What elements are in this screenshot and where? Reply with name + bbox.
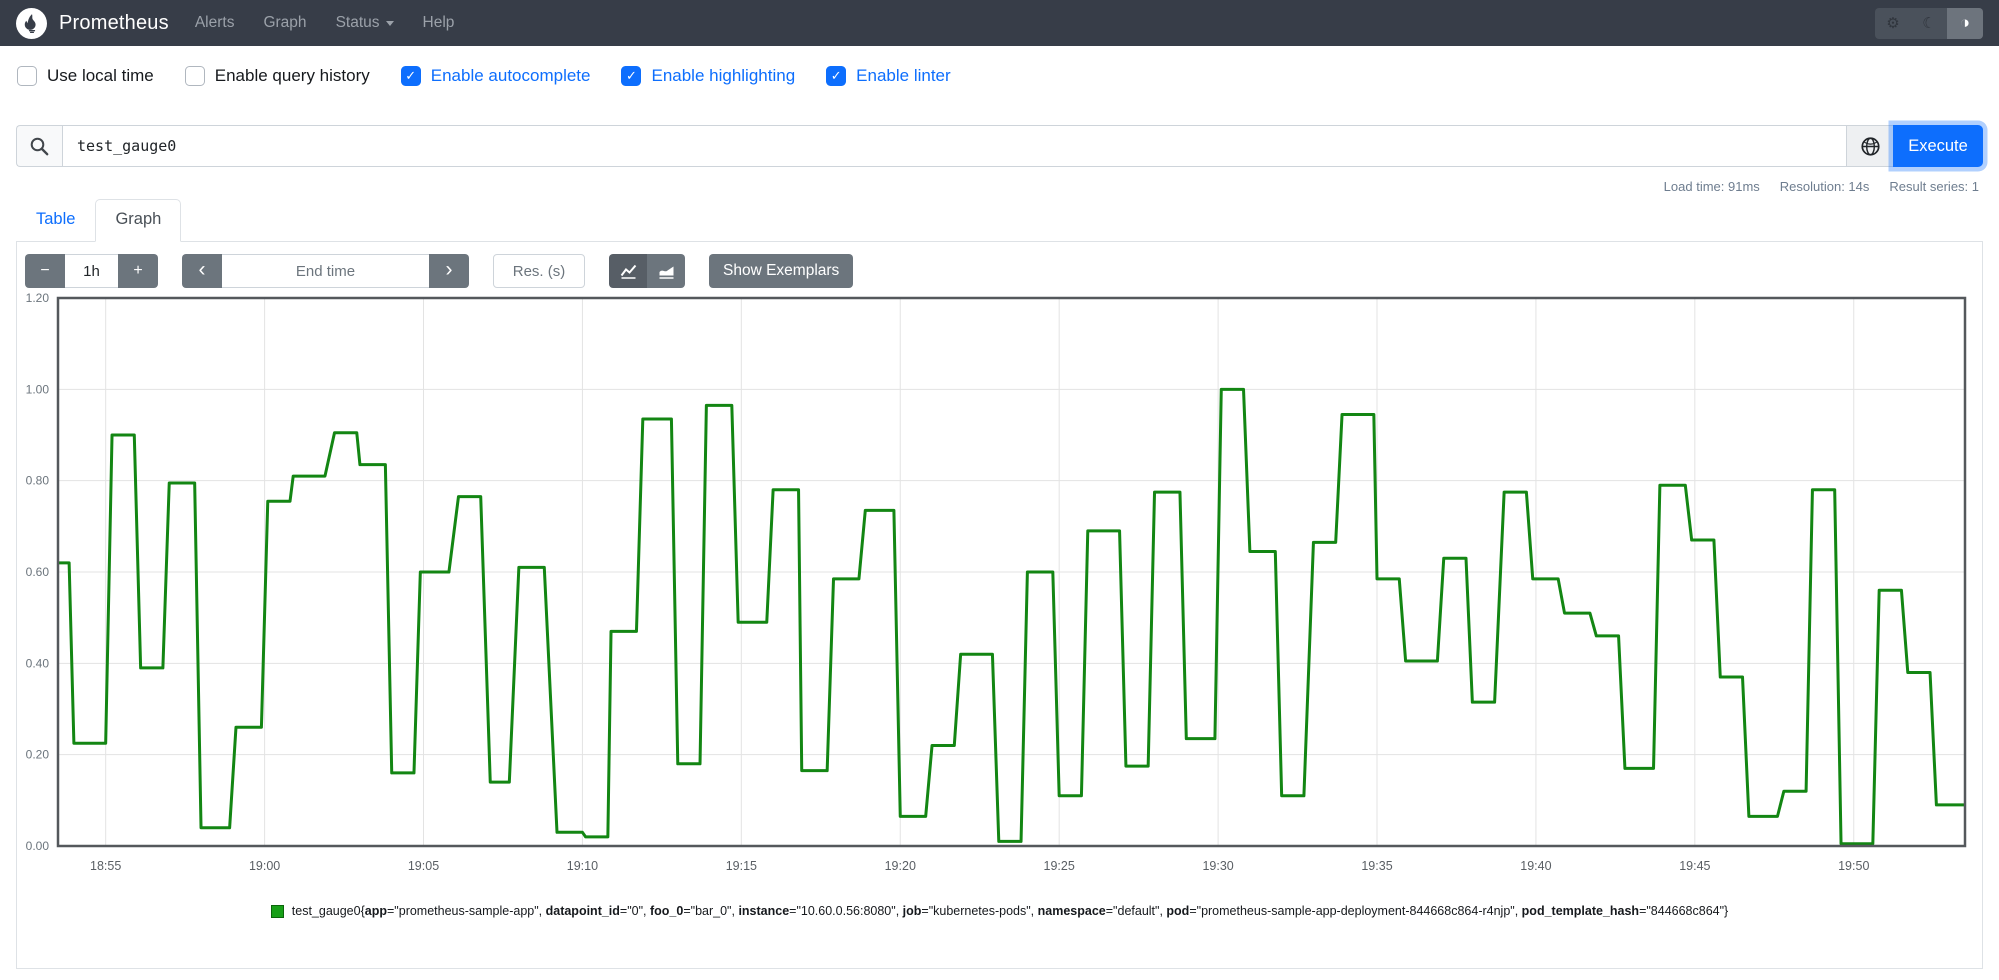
prometheus-logo[interactable]: [16, 7, 47, 39]
x-tick-label: 19:15: [726, 859, 757, 873]
time-forward-button[interactable]: ›: [429, 254, 469, 288]
checkbox-checked-icon[interactable]: ✓: [826, 66, 847, 86]
show-exemplars-button[interactable]: Show Exemplars: [709, 254, 854, 288]
option-enable-query-history[interactable]: Enable query history: [184, 66, 370, 86]
globe-icon: [1860, 136, 1880, 156]
checkbox-checked-icon[interactable]: ✓: [400, 66, 421, 86]
end-time-input[interactable]: [222, 254, 429, 288]
range-increase-button[interactable]: +: [118, 254, 158, 288]
auto-contrast-icon[interactable]: ◑: [1947, 7, 1983, 39]
theme-toggle-group: ⚙ ☾ ◑: [1875, 7, 1983, 39]
series-color-swatch[interactable]: [270, 904, 284, 918]
checkbox-icon[interactable]: [17, 66, 37, 86]
stat-result-series: Result series: 1: [1889, 179, 1979, 194]
option-label: Enable autocomplete: [430, 66, 591, 85]
nav-link-help[interactable]: Help: [423, 14, 455, 32]
x-tick-label: 19:40: [1520, 859, 1551, 873]
checkbox-checked-icon[interactable]: ✓: [621, 66, 642, 86]
tab-table[interactable]: Table: [16, 199, 95, 241]
x-tick-label: 19:25: [1044, 859, 1075, 873]
search-addon: [16, 125, 62, 167]
brand-title[interactable]: Prometheus: [59, 12, 169, 35]
option-use-local-time[interactable]: Use local time: [17, 66, 154, 86]
legend: test_gauge0{app="prometheus-sample-app",…: [17, 904, 1982, 918]
endtime-control-group: ‹ ›: [182, 254, 469, 288]
line-chart-icon: [620, 264, 636, 279]
nav-links: Alerts Graph Status Help: [195, 14, 484, 32]
query-input[interactable]: [62, 125, 1847, 167]
stacked-chart-toggle-button[interactable]: [647, 254, 685, 288]
range-decrease-button[interactable]: −: [25, 254, 65, 288]
x-tick-label: 19:50: [1838, 859, 1869, 873]
x-tick-label: 19:10: [567, 859, 598, 873]
series-line[interactable]: [58, 387, 1965, 846]
x-tick-label: 19:30: [1202, 859, 1233, 873]
x-tick-label: 19:05: [408, 859, 439, 873]
query-stats: Load time: 91ms Resolution: 14s Result s…: [20, 179, 1979, 195]
execute-button[interactable]: Execute: [1893, 125, 1983, 167]
nav-link-alerts[interactable]: Alerts: [195, 14, 235, 32]
time-back-button[interactable]: ‹: [182, 254, 222, 288]
option-label: Enable query history: [214, 66, 370, 85]
y-tick-label: 0.40: [26, 656, 50, 670]
y-tick-label: 1.20: [26, 291, 50, 305]
tab-graph[interactable]: Graph: [95, 199, 182, 242]
option-label: Enable highlighting: [651, 66, 796, 85]
metrics-explorer-button[interactable]: [1847, 125, 1893, 167]
graph-svg[interactable]: 0.00 0.20 0.40 0.60 0.80 1.00 1.20 18:55 19:00 19…: [17, 290, 1982, 882]
navbar: Prometheus Alerts Graph Status Help ⚙ ☾ ◑: [0, 0, 1999, 46]
stacked-area-icon: [659, 266, 673, 279]
range-input[interactable]: [65, 254, 118, 288]
nav-link-status[interactable]: Status: [336, 14, 394, 32]
stat-resolution: Resolution: 14s: [1779, 179, 1870, 194]
x-tick-label: 19:20: [885, 859, 916, 873]
nav-link-graph[interactable]: Graph: [263, 14, 306, 32]
option-enable-autocomplete[interactable]: ✓ Enable autocomplete: [400, 66, 591, 86]
option-label: Use local time: [47, 66, 154, 85]
y-tick-label: 0.20: [26, 748, 50, 762]
resolution-input[interactable]: [493, 254, 585, 288]
panel-tabs: Table Graph: [16, 199, 1983, 242]
x-tick-label: 19:35: [1361, 859, 1392, 873]
option-enable-highlighting[interactable]: ✓ Enable highlighting: [621, 66, 795, 86]
search-icon: [30, 137, 49, 155]
series-label[interactable]: test_gauge0{app="prometheus-sample-app",…: [292, 904, 1728, 918]
x-tick-label: 19:45: [1679, 859, 1710, 873]
graph-panel: − + ‹ › Show Exemplars: [16, 242, 1983, 969]
query-bar: Execute: [16, 125, 1983, 167]
graph-controls: − + ‹ › Show Exemplars: [17, 242, 1982, 288]
option-enable-linter[interactable]: ✓ Enable linter: [826, 66, 951, 86]
stat-load-time: Load time: 91ms: [1663, 179, 1760, 194]
range-control-group: − +: [25, 254, 158, 288]
query-options-row: Use local time Enable query history ✓ Enabl…: [0, 63, 1999, 89]
y-tick-label: 0.80: [26, 474, 50, 488]
moon-icon[interactable]: ☾: [1911, 8, 1947, 39]
checkbox-icon[interactable]: [184, 66, 205, 86]
flame-icon: [24, 14, 36, 33]
x-tick-label: 18:55: [90, 859, 121, 873]
chevron-down-icon: [385, 20, 394, 26]
y-tick-label: 0.00: [26, 839, 50, 853]
line-chart-toggle-button[interactable]: [609, 254, 647, 288]
chart-type-toggle-group: [609, 254, 685, 288]
y-tick-label: 1.00: [26, 382, 50, 396]
option-label: Enable linter: [856, 66, 951, 85]
gear-icon[interactable]: ⚙: [1875, 8, 1911, 39]
x-tick-label: 19:00: [249, 859, 280, 873]
y-tick-label: 0.60: [26, 565, 50, 579]
